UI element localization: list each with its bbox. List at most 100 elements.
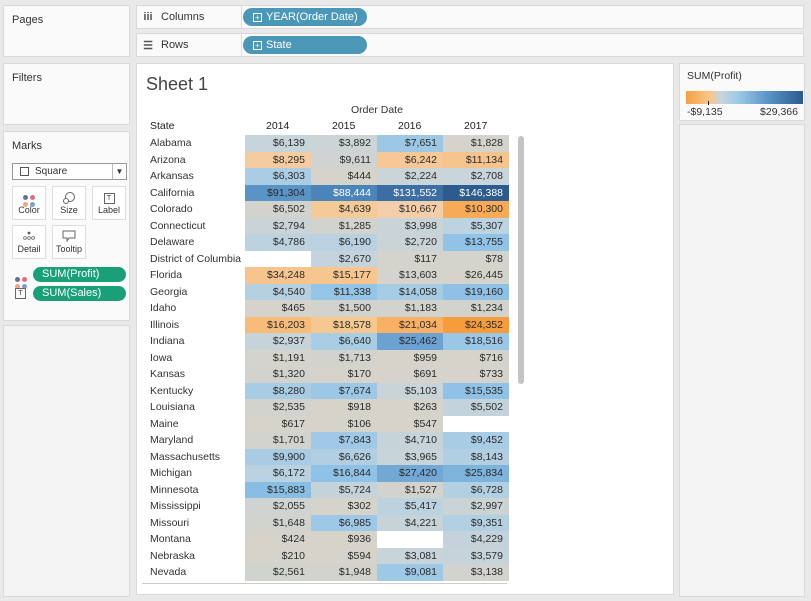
rows-shelf[interactable]: ☰ Rows + State [136,33,804,57]
heatmap-cell[interactable]: $465 [245,300,311,317]
state-label[interactable]: Georgia [142,283,245,300]
heatmap-cell[interactable]: $1,648 [245,514,311,531]
state-label[interactable]: Connecticut [142,217,245,234]
heatmap-cell[interactable]: $4,221 [377,514,443,531]
state-label[interactable]: Nebraska [142,547,245,564]
heatmap-cell[interactable]: $3,998 [377,217,443,234]
color-button[interactable]: Color [12,186,46,220]
heatmap-cell[interactable]: $3,579 [443,547,509,564]
detail-button[interactable]: Detail [12,225,46,259]
state-label[interactable]: Maine [142,415,245,432]
heatmap-cell[interactable]: $18,516 [443,333,509,350]
heatmap-cell[interactable]: $13,603 [377,267,443,284]
state-label[interactable]: Indiana [142,333,245,350]
columns-shelf[interactable]: iii Columns + YEAR(Order Date) [136,5,804,29]
heatmap-cell[interactable]: $9,611 [311,151,377,168]
heatmap-cell[interactable]: $6,640 [311,333,377,350]
state-label[interactable]: Iowa [142,349,245,366]
state-label[interactable]: Minnesota [142,481,245,498]
heatmap-cell[interactable]: $19,160 [443,283,509,300]
heatmap-cell[interactable]: $302 [311,498,377,515]
state-label[interactable]: Delaware [142,234,245,251]
heatmap-cell[interactable]: $2,055 [245,498,311,515]
heatmap-cell[interactable]: $16,203 [245,316,311,333]
heatmap-cell[interactable]: $7,674 [311,382,377,399]
heatmap-cell[interactable]: $6,139 [245,135,311,152]
heatmap-cell[interactable]: $4,710 [377,432,443,449]
state-label[interactable]: Arkansas [142,168,245,185]
heatmap-cell[interactable]: $1,701 [245,432,311,449]
heatmap-cell[interactable]: $424 [245,531,311,548]
heatmap-cell[interactable]: $117 [377,250,443,267]
heatmap-cell[interactable]: $14,058 [377,283,443,300]
state-label[interactable]: Maryland [142,432,245,449]
year-header-2016[interactable]: 2016 [398,120,421,132]
heatmap-cell[interactable]: $5,417 [377,498,443,515]
heatmap-cell[interactable]: $6,242 [377,151,443,168]
heatmap-cell[interactable] [245,250,311,267]
state-label[interactable]: Colorado [142,201,245,218]
heatmap-cell[interactable]: $11,134 [443,151,509,168]
heatmap-cell[interactable]: $18,578 [311,316,377,333]
state-label[interactable]: Montana [142,531,245,548]
year-header-2014[interactable]: 2014 [266,120,289,132]
heatmap-cell[interactable]: $34,248 [245,267,311,284]
heatmap-cell[interactable]: $78 [443,250,509,267]
heatmap-cell[interactable]: $1,713 [311,349,377,366]
heatmap-cell[interactable]: $24,352 [443,316,509,333]
heatmap-cell[interactable]: $13,755 [443,234,509,251]
state-label[interactable]: Missouri [142,514,245,531]
heatmap-cell[interactable]: $9,351 [443,514,509,531]
heatmap-cell[interactable]: $16,844 [311,465,377,482]
heatmap-cell[interactable]: $1,234 [443,300,509,317]
heatmap-cell[interactable]: $15,535 [443,382,509,399]
heatmap-cell[interactable]: $2,561 [245,564,311,581]
heatmap-cell[interactable]: $5,724 [311,481,377,498]
heatmap-cell[interactable]: $170 [311,366,377,383]
heatmap-cell[interactable]: $959 [377,349,443,366]
heatmap-cell[interactable]: $1,285 [311,217,377,234]
heatmap-cell[interactable]: $594 [311,547,377,564]
label-button[interactable]: T Label [92,186,126,220]
heatmap-cell[interactable]: $1,320 [245,366,311,383]
heatmap-cell[interactable]: $1,948 [311,564,377,581]
heatmap-cell[interactable]: $11,338 [311,283,377,300]
scrollbar-thumb[interactable] [518,136,524,384]
heatmap-cell[interactable]: $2,535 [245,399,311,416]
filters-card[interactable]: Filters [3,63,130,125]
state-label[interactable]: Illinois [142,316,245,333]
pages-card[interactable]: Pages [3,5,130,57]
state-label[interactable]: Nevada [142,564,245,581]
heatmap-cell[interactable]: $106 [311,415,377,432]
year-order-date-pill[interactable]: + YEAR(Order Date) [243,8,367,26]
heatmap-cell[interactable]: $9,900 [245,448,311,465]
heatmap-cell[interactable]: $2,224 [377,168,443,185]
heatmap-cell[interactable]: $1,527 [377,481,443,498]
heatmap-cell[interactable]: $10,667 [377,201,443,218]
heatmap-cell[interactable]: $7,843 [311,432,377,449]
state-label[interactable]: District of Columbia [142,250,245,267]
heatmap-cell[interactable]: $91,304 [245,184,311,201]
heatmap-cell[interactable]: $6,728 [443,481,509,498]
heatmap-cell[interactable]: $8,143 [443,448,509,465]
heatmap-cell[interactable]: $27,420 [377,465,443,482]
sum-sales-pill[interactable]: SUM(Sales) [33,286,126,301]
heatmap-cell[interactable]: $547 [377,415,443,432]
heatmap-cell[interactable]: $4,786 [245,234,311,251]
heatmap-cell[interactable]: $8,280 [245,382,311,399]
heatmap-cell[interactable]: $21,034 [377,316,443,333]
heatmap-cell[interactable]: $9,081 [377,564,443,581]
heatmap-cell[interactable]: $25,834 [443,465,509,482]
heatmap-cell[interactable]: $716 [443,349,509,366]
expand-plus-icon[interactable]: + [253,40,262,50]
state-label[interactable]: Mississippi [142,498,245,515]
profit-color-legend[interactable]: SUM(Profit) -$9,135 $29,366 [679,63,805,121]
heatmap-cell[interactable]: $10,300 [443,201,509,218]
state-label[interactable]: Arizona [142,151,245,168]
heatmap-cell[interactable]: $1,183 [377,300,443,317]
heatmap-cell[interactable]: $88,444 [311,184,377,201]
heatmap-cell[interactable]: $210 [245,547,311,564]
heatmap-cell[interactable]: $9,452 [443,432,509,449]
heatmap-cell[interactable]: $15,883 [245,481,311,498]
heatmap-cell[interactable]: $4,229 [443,531,509,548]
